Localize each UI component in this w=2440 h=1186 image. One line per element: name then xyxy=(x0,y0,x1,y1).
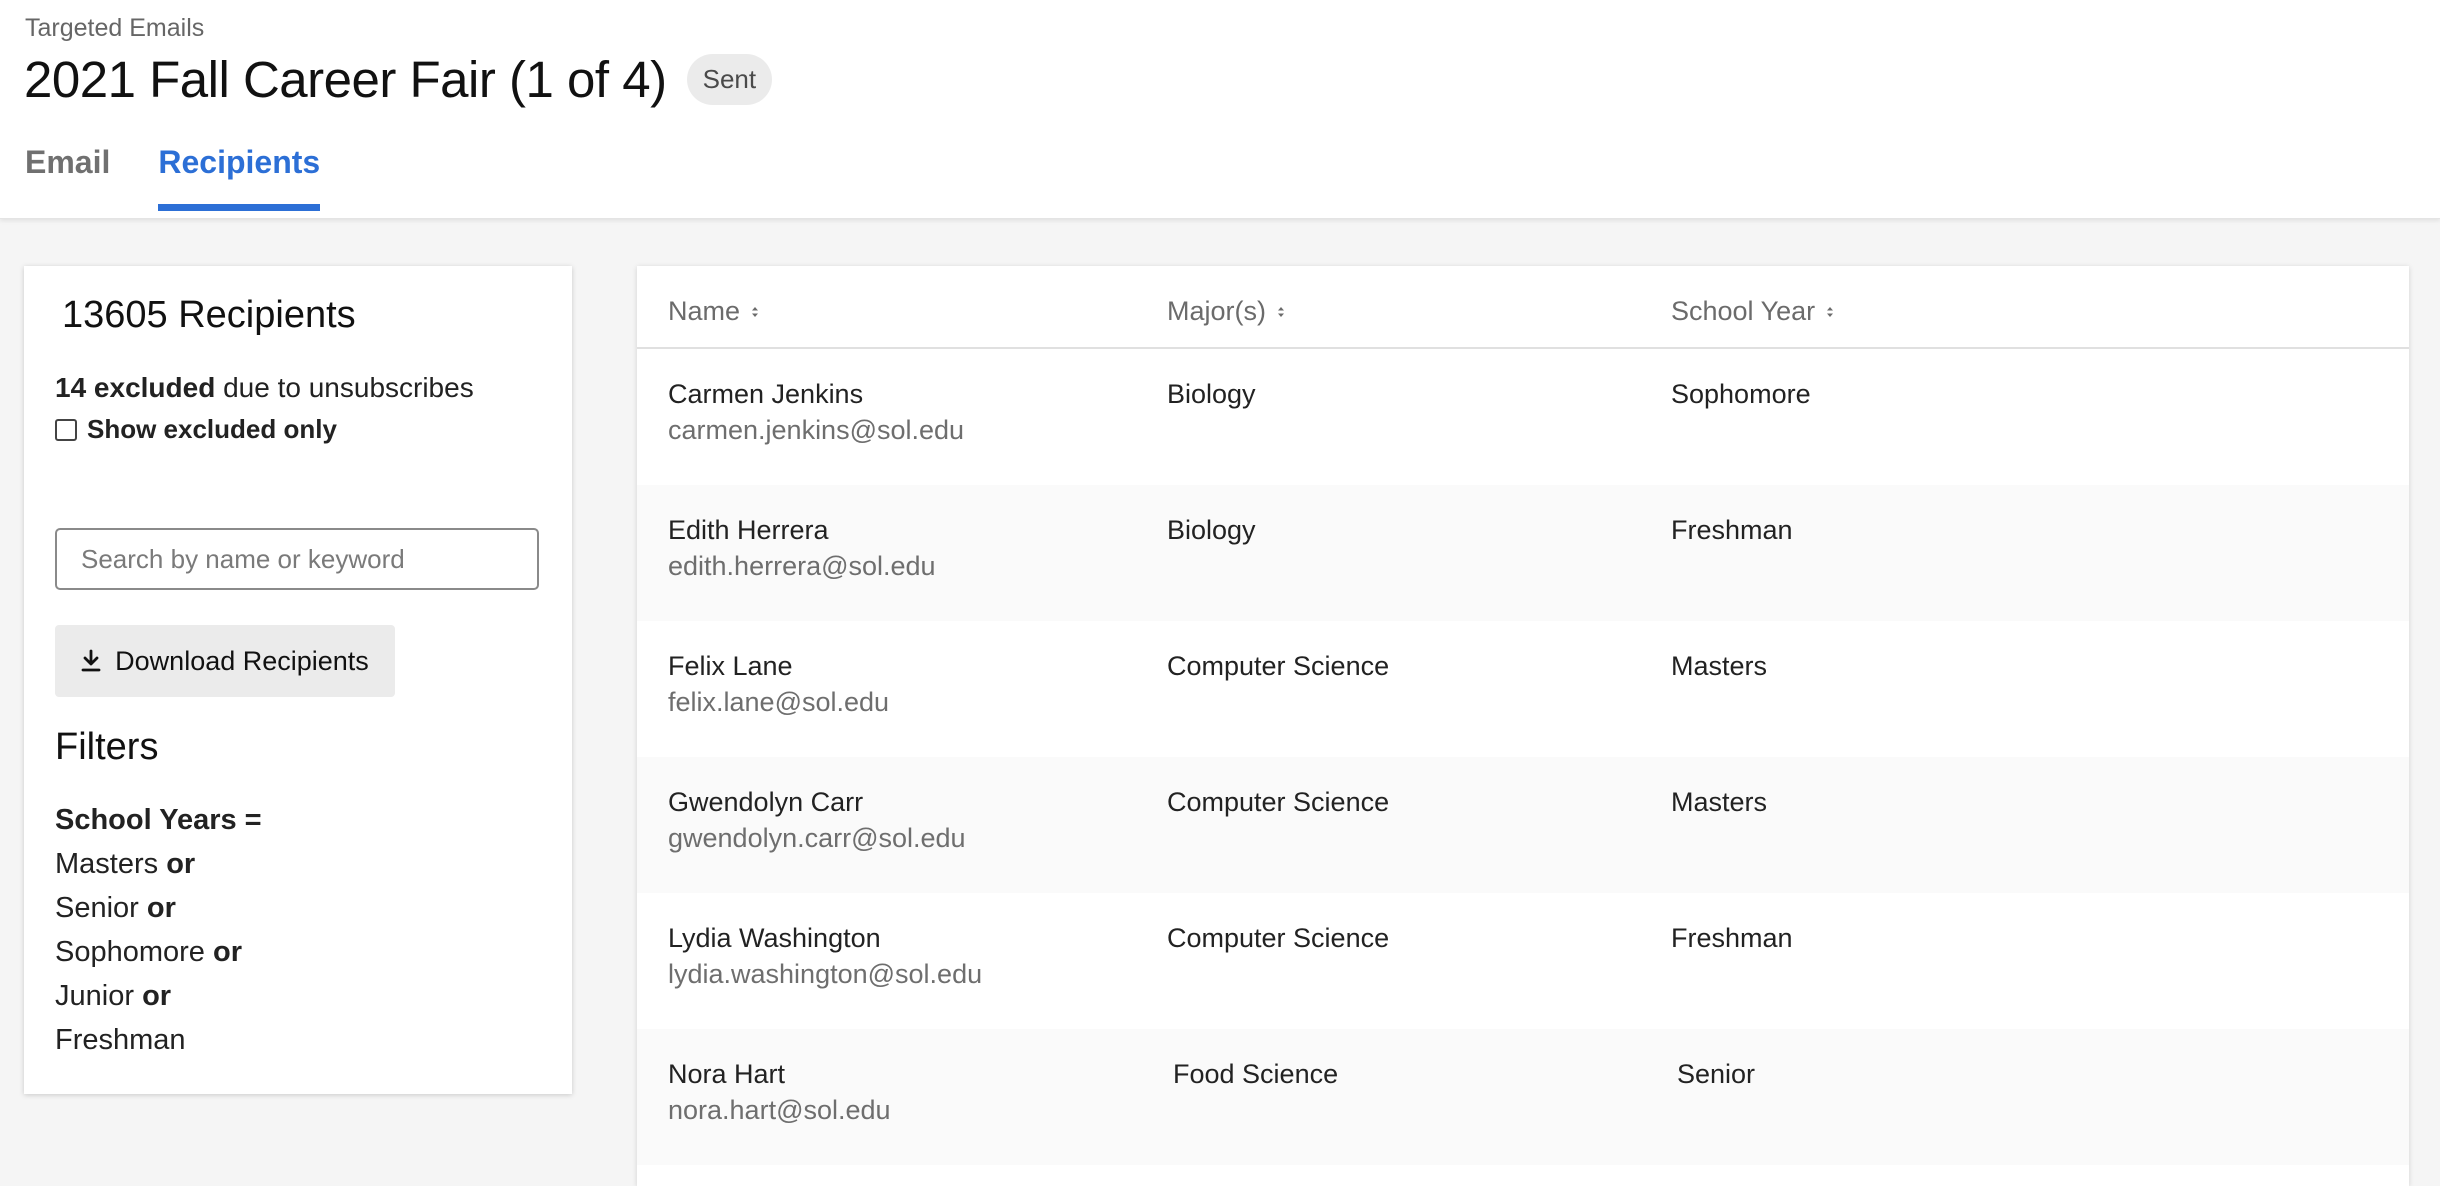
recipient-name: Felix Lane xyxy=(668,651,793,681)
download-recipients-label[interactable]: Download Recipients xyxy=(115,646,369,677)
download-icon xyxy=(81,649,101,673)
excluded-summary: 14 excluded due to unsubscribes xyxy=(55,372,474,404)
recipient-email: edith.herrera@sol.edu xyxy=(668,551,936,581)
breadcrumb[interactable]: Targeted Emails xyxy=(25,14,204,43)
recipient-school-year: Freshman xyxy=(1671,515,1793,545)
column-header-name[interactable]: Name xyxy=(668,296,760,327)
recipient-major: Computer Science xyxy=(1167,923,1390,953)
recipient-major: Computer Science xyxy=(1167,651,1390,681)
title-row: 2021 Fall Career Fair (1 of 4) Sent xyxy=(24,50,773,109)
sort-icon[interactable] xyxy=(750,305,760,319)
recipient-email: gwendolyn.carr@sol.edu xyxy=(668,823,966,853)
status-badge: Sent xyxy=(686,54,773,105)
recipient-major: Biology xyxy=(1167,379,1256,409)
recipient-school-year: Sophomore xyxy=(1671,379,1811,409)
table-row[interactable]: Edith Herrera edith.herrera@sol.edu Biol… xyxy=(637,485,2409,621)
filter-value: Sophomore or xyxy=(55,936,242,968)
recipient-count: 13605 Recipients xyxy=(62,294,356,336)
recipient-email: felix.lane@sol.edu xyxy=(668,687,890,717)
column-header-majors[interactable]: Major(s) xyxy=(1167,296,1286,327)
search-input[interactable] xyxy=(55,528,539,590)
recipients-summary-panel: 13605 Recipients 14 excluded due to unsu… xyxy=(24,266,572,1094)
page-title: 2021 Fall Career Fair (1 of 4) xyxy=(24,51,667,108)
school-years-filter: School Years = Masters or Senior or Soph… xyxy=(55,798,262,1062)
recipients-table: Name Major(s) School Year Carmen Jenkins… xyxy=(637,266,2409,1186)
table-row[interactable]: Gwendolyn Carr gwendolyn.carr@sol.edu Co… xyxy=(637,757,2409,893)
filter-value: Senior or xyxy=(55,892,176,924)
table-header: Name Major(s) School Year xyxy=(637,266,2409,349)
filter-value: Junior or xyxy=(55,980,172,1012)
recipient-school-year: Masters xyxy=(1671,651,1768,681)
recipient-school-year: Senior xyxy=(1677,1059,1756,1089)
recipient-major: Biology xyxy=(1167,515,1256,545)
excluded-reason: due to unsubscribes xyxy=(223,372,474,403)
recipient-name: Nora Hart xyxy=(668,1059,786,1089)
tab-recipients[interactable]: Recipients xyxy=(158,140,321,211)
recipient-email: carmen.jenkins@sol.edu xyxy=(668,415,965,445)
recipient-major: Food Science xyxy=(1173,1059,1339,1089)
sort-icon[interactable] xyxy=(1825,305,1835,319)
filter-value: Masters or xyxy=(55,848,196,880)
show-excluded-checkbox[interactable] xyxy=(55,418,77,441)
sort-icon[interactable] xyxy=(1276,305,1286,319)
excluded-count: 14 excluded xyxy=(55,372,216,403)
recipient-name: Carmen Jenkins xyxy=(668,379,864,409)
tab-email[interactable]: Email xyxy=(25,140,110,211)
show-excluded-toggle[interactable]: Show excluded only xyxy=(55,414,337,445)
table-row[interactable]: Lydia Washington lydia.washington@sol.ed… xyxy=(637,893,2409,1029)
filter-field: School Years = xyxy=(55,804,262,836)
table-row[interactable]: Felix Lane felix.lane@sol.edu Computer S… xyxy=(637,621,2409,757)
recipient-name: Lydia Washington xyxy=(668,923,881,953)
recipient-school-year: Freshman xyxy=(1671,923,1793,953)
recipient-email: nora.hart@sol.edu xyxy=(668,1095,891,1125)
filters-heading: Filters xyxy=(55,726,159,768)
recipient-name: Edith Herrera xyxy=(668,515,829,545)
recipient-major: Computer Science xyxy=(1167,787,1390,817)
recipient-school-year: Masters xyxy=(1671,787,1768,817)
page-header: Targeted Emails 2021 Fall Career Fair (1… xyxy=(0,0,2440,219)
recipient-email: lydia.washington@sol.edu xyxy=(668,959,983,989)
column-header-school-year[interactable]: School Year xyxy=(1671,296,1835,327)
tab-bar: Email Recipients xyxy=(25,140,368,211)
show-excluded-label[interactable]: Show excluded only xyxy=(87,414,337,445)
table-row[interactable]: Carmen Jenkins carmen.jenkins@sol.edu Bi… xyxy=(637,349,2409,485)
download-recipients-button[interactable]: Download Recipients xyxy=(55,625,395,697)
filter-value: Freshman xyxy=(55,1024,186,1056)
table-row[interactable]: Nora Hart nora.hart@sol.edu Food Science… xyxy=(637,1029,2409,1165)
recipient-name: Gwendolyn Carr xyxy=(668,787,864,817)
